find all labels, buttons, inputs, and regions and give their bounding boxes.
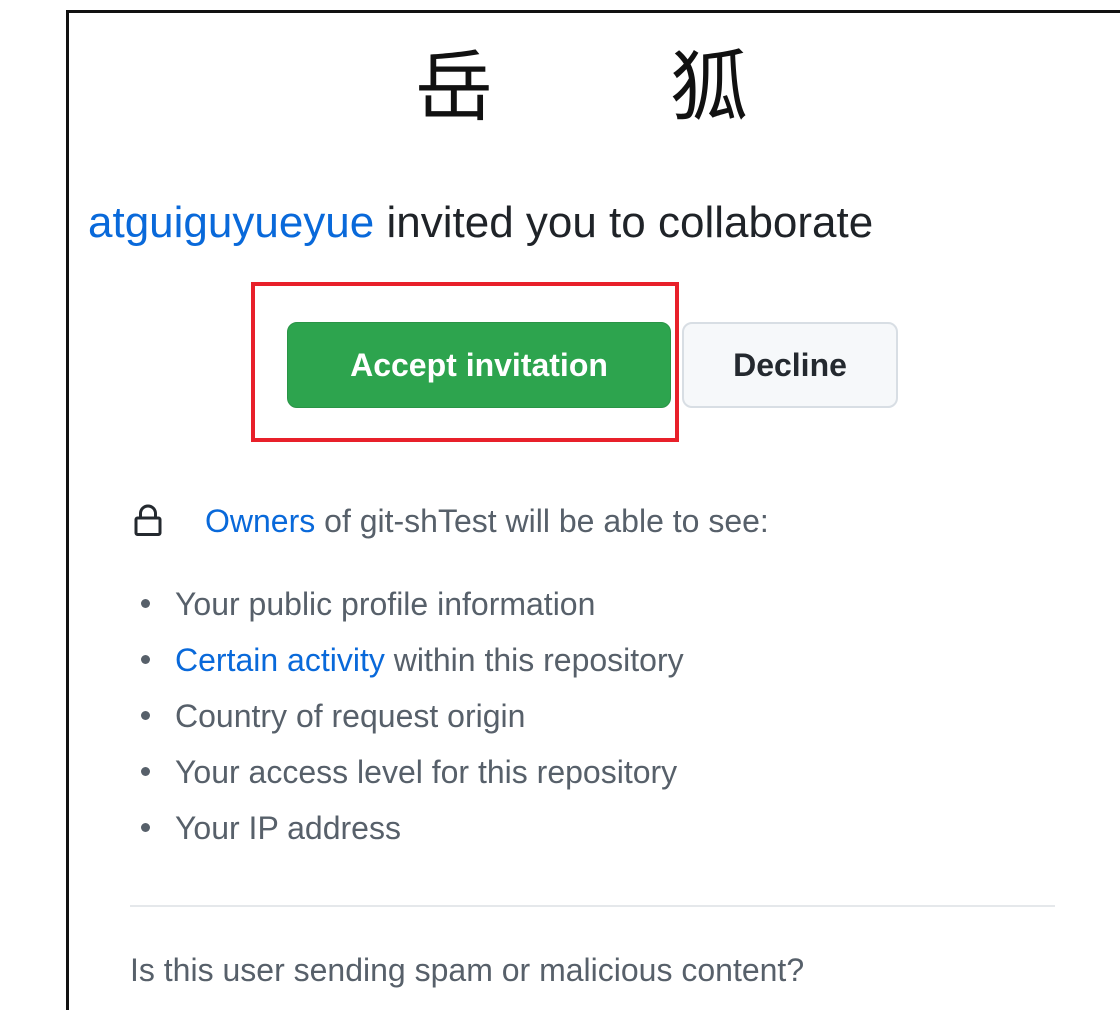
certain-activity-link[interactable]: Certain activity <box>175 642 385 678</box>
accept-invitation-button[interactable]: Accept invitation <box>287 322 671 408</box>
permission-text: Country of request origin <box>175 698 526 734</box>
bullet-icon <box>141 599 150 608</box>
divider <box>130 905 1055 907</box>
invitation-headline: atguiguyueyue invited you to collaborate <box>88 193 873 253</box>
permission-text: Your access level for this repository <box>175 754 678 790</box>
invitation-message: invited you to collaborate <box>374 198 874 247</box>
spam-report-question[interactable]: Is this user sending spam or malicious c… <box>130 945 804 995</box>
bullet-icon <box>141 655 150 664</box>
decline-button[interactable]: Decline <box>682 322 898 408</box>
permission-text: Your public profile information <box>175 586 596 622</box>
inviter-link[interactable]: atguiguyueyue <box>88 198 374 247</box>
bullet-icon <box>141 711 150 720</box>
permission-text: within this repository <box>384 642 684 678</box>
bullet-icon <box>141 767 150 776</box>
lock-icon <box>134 504 162 536</box>
avatar-char-1: 岳 <box>415 43 494 133</box>
permission-text: Your IP address <box>175 810 401 846</box>
bullet-icon <box>141 823 150 832</box>
owners-text: of git-shTest will be able to see: <box>315 503 769 539</box>
avatar-char-2: 狐 <box>670 43 749 133</box>
owners-link[interactable]: Owners <box>205 503 315 539</box>
avatar: 岳 狐 <box>415 38 775 138</box>
